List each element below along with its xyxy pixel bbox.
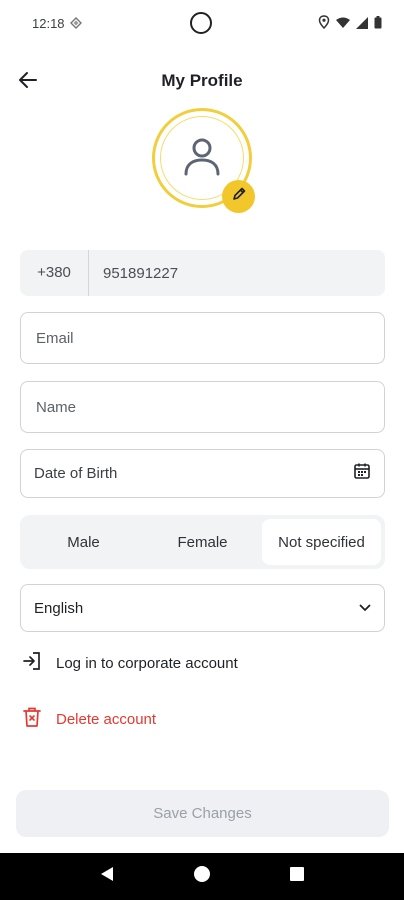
status-time: 12:18 [32,16,65,31]
delete-account-label: Delete account [56,711,157,728]
login-icon [22,651,42,676]
status-bar: 12:18 [0,0,404,50]
gender-option-male[interactable]: Male [24,519,143,565]
trash-icon [22,706,42,733]
name-field[interactable] [34,397,371,417]
save-changes-button[interactable]: Save Changes [16,790,389,837]
back-triangle-icon [100,866,114,887]
corporate-login-label: Log in to corporate account [56,655,238,672]
signal-icon [356,16,368,34]
delete-account-link[interactable]: Delete account [22,706,156,733]
email-field-container [20,312,385,364]
nav-back-button[interactable] [92,862,122,892]
phone-number: 951891227 [103,264,179,282]
chevron-down-icon [359,599,371,617]
system-nav-bar [0,853,404,900]
corporate-login-link[interactable]: Log in to corporate account [22,651,238,676]
location-icon [318,15,330,34]
gender-option-female[interactable]: Female [143,519,262,565]
home-circle-icon [193,865,211,888]
phone-prefix: +380 [20,250,89,296]
edit-avatar-button[interactable] [222,180,255,213]
status-icons [318,15,382,34]
language-value: English [34,599,84,617]
profile-screen: 12:18 My Profile +380 951891227 Email Na… [0,0,404,900]
sync-icon [70,16,82,34]
pencil-icon [231,186,247,207]
battery-icon [374,15,382,34]
nav-home-button[interactable] [187,862,217,892]
nav-recents-button[interactable] [282,862,312,892]
name-field-container [20,381,385,433]
user-icon [182,136,222,181]
phone-field: +380 951891227 [20,250,385,296]
date-of-birth-label: Date of Birth [34,465,118,482]
wifi-icon [336,16,350,34]
gender-option-not-specified[interactable]: Not specified [262,519,381,565]
calendar-icon [353,462,371,485]
camera-cutout [190,12,212,34]
page-title: My Profile [161,71,243,90]
recents-square-icon [289,867,304,886]
gender-selector: Male Female Not specified [20,515,385,569]
language-select[interactable]: English [20,584,385,632]
email-field[interactable] [34,328,371,348]
date-of-birth-field[interactable]: Date of Birth [20,449,385,498]
